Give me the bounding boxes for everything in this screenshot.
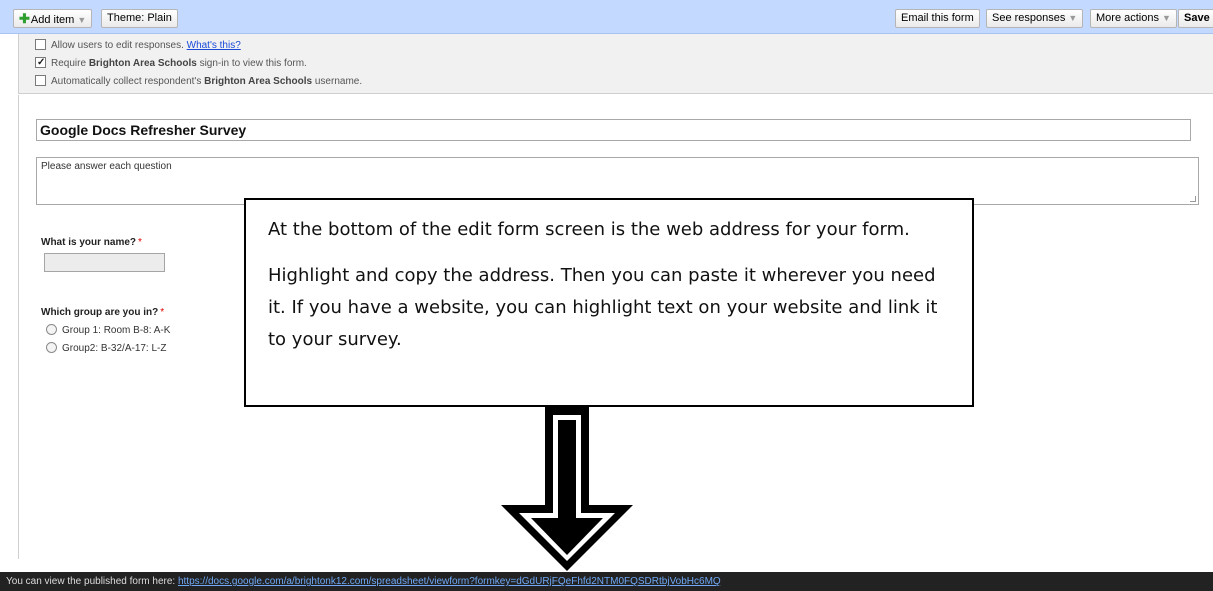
allow-edit-text: Allow users to edit responses. <box>51 40 184 51</box>
require-signin-suffix: sign-in to view this form. <box>199 58 307 69</box>
collect-org: Brighton Area Schools <box>204 76 313 87</box>
require-signin-checkbox[interactable] <box>35 55 46 70</box>
plus-icon: ✚ <box>19 11 30 26</box>
question-name-label: What is your name? * <box>41 237 142 248</box>
caret-down-icon: ▼ <box>1161 13 1171 23</box>
more-actions-label: More actions <box>1096 12 1159 24</box>
allow-edit-option: Allow users to edit responses. What's th… <box>35 38 241 54</box>
toolbar: ✚Add item ▼ Theme: Plain Email this form … <box>0 0 1213 34</box>
instruction-callout: At the bottom of the edit form screen is… <box>244 198 974 407</box>
radio-button[interactable] <box>46 324 57 335</box>
question-group-text: Which group are you in? <box>41 307 159 318</box>
whats-this-link[interactable]: What's this? <box>187 40 241 51</box>
group-option-2[interactable]: Group2: B-32/A-17: L-Z <box>46 342 167 354</box>
add-item-button[interactable]: ✚Add item ▼ <box>13 9 93 28</box>
required-mark: * <box>138 237 142 248</box>
form-title-input[interactable]: Google Docs Refresher Survey <box>36 119 1191 141</box>
question-name-text: What is your name? <box>41 237 137 248</box>
resize-grip-icon[interactable] <box>1190 196 1196 202</box>
footer-prefix: You can view the published form here: <box>6 576 176 587</box>
group-option-2-label: Group2: B-32/A-17: L-Z <box>62 343 167 354</box>
email-form-button[interactable]: Email this form <box>895 9 980 28</box>
form-description-text: Please answer each question <box>41 161 172 172</box>
published-form-footer: You can view the published form here: ht… <box>0 572 1213 591</box>
down-arrow-icon <box>501 407 633 571</box>
allow-edit-checkbox[interactable] <box>35 39 46 50</box>
collect-prefix: Automatically collect respondent's <box>51 76 202 87</box>
email-form-label: Email this form <box>901 12 974 24</box>
see-responses-button[interactable]: See responses ▼ <box>986 9 1084 28</box>
require-signin-org: Brighton Area Schools <box>88 58 197 69</box>
collect-username-option: Automatically collect respondent's Brigh… <box>35 74 362 90</box>
require-signin-prefix: Require <box>51 58 87 69</box>
require-signin-option: Require Brighton Area Schools sign-in to… <box>35 55 307 72</box>
more-actions-button[interactable]: More actions ▼ <box>1090 9 1177 28</box>
save-button[interactable]: Save <box>1178 9 1213 28</box>
name-text-input[interactable] <box>44 253 165 272</box>
save-label: Save <box>1184 12 1210 24</box>
caret-down-icon: ▼ <box>1068 13 1078 23</box>
question-group-label: Which group are you in? * <box>41 307 164 318</box>
theme-button[interactable]: Theme: Plain <box>101 9 178 28</box>
radio-button[interactable] <box>46 342 57 353</box>
callout-paragraph-1: At the bottom of the edit form screen is… <box>268 219 910 240</box>
group-option-1-label: Group 1: Room B-8: A-K <box>62 325 171 336</box>
caret-down-icon: ▼ <box>77 15 87 25</box>
collect-suffix: username. <box>314 76 363 87</box>
published-form-link[interactable]: https://docs.google.com/a/brightonk12.co… <box>178 576 721 587</box>
theme-label: Theme: Plain <box>107 12 172 24</box>
add-item-label: Add item <box>30 14 75 26</box>
see-responses-label: See responses <box>992 12 1066 24</box>
form-settings: Allow users to edit responses. What's th… <box>18 34 1213 94</box>
group-option-1[interactable]: Group 1: Room B-8: A-K <box>46 324 170 336</box>
required-mark: * <box>160 307 165 318</box>
callout-paragraph-2: Highlight and copy the address. Then you… <box>268 265 938 350</box>
collect-username-checkbox[interactable] <box>35 75 46 86</box>
